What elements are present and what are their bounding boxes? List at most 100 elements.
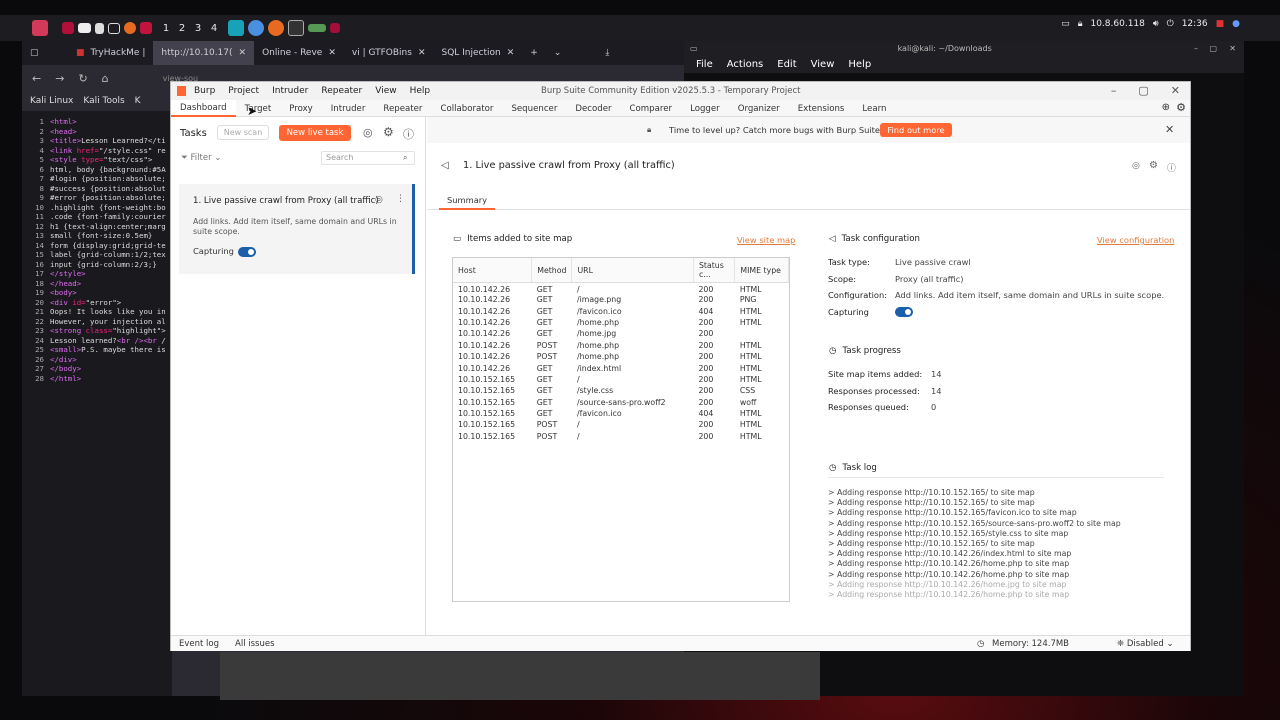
user-icon[interactable]: ● (1232, 19, 1240, 29)
close-icon[interactable]: ✕ (239, 48, 247, 58)
workspace-2[interactable]: 2 (176, 19, 188, 37)
browser-tab-2[interactable]: Online - Reve ✕ (254, 41, 344, 65)
browser-tab-3[interactable]: vi | GTFOBins ✕ (344, 41, 434, 65)
new-scan-button[interactable]: New scan (217, 125, 269, 140)
pause-icon[interactable]: ◎ (375, 195, 383, 205)
column-header[interactable]: URL (571, 258, 694, 283)
view-site-map-link[interactable]: View site map (737, 235, 795, 245)
column-header[interactable]: MIME type (734, 258, 789, 283)
table-row[interactable]: 10.10.152.165 POST / 200 HTML (453, 419, 789, 430)
bookmark-k[interactable]: K (135, 96, 141, 106)
tab-collaborator[interactable]: Collaborator (431, 100, 502, 117)
firefox-taskbar-icon[interactable] (268, 19, 284, 37)
back-icon[interactable]: ◁ (441, 160, 449, 171)
table-row[interactable]: 10.10.152.165 POST / 200 HTML (453, 431, 789, 442)
tab-summary[interactable]: Summary (439, 195, 496, 210)
view-configuration-link[interactable]: View configuration (1097, 235, 1174, 245)
back-icon[interactable]: ← (32, 72, 41, 85)
volume-icon[interactable]: 🔊︎ (1153, 19, 1159, 29)
table-row[interactable]: 10.10.142.26 GET/home.jpg 200 (453, 328, 789, 339)
tab-decoder[interactable]: Decoder (566, 100, 620, 117)
lock-screen-icon[interactable]: ■ (1216, 19, 1225, 29)
column-header[interactable]: Status c... (693, 258, 736, 283)
column-header[interactable]: Host (453, 258, 533, 283)
tab-repeater[interactable]: Repeater (374, 100, 431, 117)
task-card[interactable]: 1. Live passive crawl from Proxy (all tr… (179, 184, 415, 274)
maximize-icon[interactable]: ▢ (1209, 44, 1217, 53)
event-log-tab[interactable]: Event log (179, 639, 219, 649)
tab-list-icon[interactable]: ⌄ (546, 41, 570, 65)
terminal-menu-view[interactable]: View (811, 59, 835, 70)
table-row[interactable]: 10.10.142.26 GET/home.php 200 HTML (453, 317, 789, 328)
firefox-icon[interactable] (124, 19, 136, 37)
tab-target[interactable]: Target (236, 100, 281, 117)
table-row[interactable]: 10.10.142.26 POST/home.php 200 HTML (453, 340, 789, 351)
pause-icon[interactable]: ◎ (363, 126, 373, 139)
editor-icon[interactable] (95, 19, 104, 37)
terminal-icon[interactable] (108, 19, 120, 37)
disabled-dropdown[interactable]: ❈ Disabled ⌄ (1117, 639, 1174, 649)
menu-project[interactable]: Project (228, 86, 259, 96)
close-icon[interactable]: ✕ (418, 48, 426, 58)
all-issues-tab[interactable]: All issues (235, 639, 275, 649)
close-icon[interactable]: ✕ (1229, 44, 1236, 53)
tab-comparer[interactable]: Comparer (621, 100, 682, 117)
minimize-icon[interactable]: – (1194, 44, 1198, 53)
menu-intruder[interactable]: Intruder (272, 86, 308, 96)
kali-menu-icon[interactable] (32, 19, 48, 37)
workspace-4[interactable]: 4 (208, 19, 220, 37)
power-icon[interactable]: ⏻ (1167, 19, 1174, 29)
screen-icon[interactable]: ▭ (1061, 19, 1070, 29)
app-taskbar-icon[interactable] (330, 19, 340, 37)
table-row[interactable]: 10.10.142.26 POST/home.php 200 HTML (453, 351, 789, 362)
workspace-3[interactable]: 3 (192, 19, 204, 37)
close-icon[interactable]: ✕ (1165, 123, 1174, 136)
terminal-menu-file[interactable]: File (696, 59, 713, 70)
menu-view[interactable]: View (375, 86, 396, 96)
home-icon[interactable]: ⌂ (102, 72, 109, 85)
reload-icon[interactable]: ↻ (78, 72, 87, 85)
app-icon-red[interactable] (140, 19, 152, 37)
close-icon[interactable]: ✕ (1171, 84, 1180, 97)
tab-organizer[interactable]: Organizer (729, 100, 789, 117)
settings-icon[interactable]: ⚙ (383, 125, 394, 139)
table-row[interactable]: 10.10.142.26 GET/image.png 200 PNG (453, 294, 789, 305)
table-row[interactable]: 10.10.152.165 GET/source-sans-pro.woff2 20… (453, 397, 789, 408)
terminal-taskbar-icon[interactable] (288, 19, 304, 37)
terminal-menu-edit[interactable]: Edit (777, 59, 796, 70)
filter-button[interactable]: ⏷ Filter ⌄ (181, 153, 221, 163)
table-row[interactable]: 10.10.142.26 GET/index.html 200 HTML (453, 362, 789, 373)
window-taskbar-icon[interactable] (308, 19, 326, 37)
tab-extensions[interactable]: Extensions (789, 100, 854, 117)
maximize-icon[interactable]: ▢ (1138, 84, 1148, 97)
more-icon[interactable]: ⋮ (396, 194, 405, 204)
help-icon[interactable]: ⓘ (403, 126, 414, 142)
browser-tab-1[interactable]: http://10.10.17(✕ (153, 41, 255, 65)
close-icon[interactable]: ✕ (507, 48, 515, 58)
tab-overview-icon[interactable]: ▢ (22, 41, 68, 65)
column-header[interactable]: Method (531, 258, 573, 283)
menu-help[interactable]: Help (410, 86, 431, 96)
burp-taskbar-icon[interactable] (228, 19, 244, 37)
settings-icon[interactable]: ⚙ (1149, 160, 1158, 171)
menu-burp[interactable]: Burp (194, 86, 215, 96)
forward-icon[interactable]: → (55, 72, 64, 85)
chrome-taskbar-icon[interactable] (248, 19, 264, 37)
new-tab-icon[interactable]: + (522, 41, 546, 65)
tab-dashboard[interactable]: Dashboard (171, 100, 236, 117)
table-row[interactable]: 10.10.142.26 GET/favicon.ico 404 HTML (453, 305, 789, 316)
close-icon[interactable]: ✕ (328, 48, 336, 58)
globe-icon[interactable]: ⊕ (1162, 102, 1170, 113)
bookmark-kali-linux[interactable]: Kali Linux (30, 96, 73, 106)
tab-proxy[interactable]: Proxy (280, 100, 322, 117)
capturing-toggle[interactable] (238, 247, 256, 257)
tab-intruder[interactable]: Intruder (322, 100, 375, 117)
capturing-toggle[interactable] (895, 306, 913, 317)
table-row[interactable]: 10.10.152.165 GET / 200 HTML (453, 374, 789, 385)
files-icon[interactable] (78, 19, 91, 37)
task-search-input[interactable]: Search (321, 151, 415, 165)
menu-repeater[interactable]: Repeater (321, 86, 362, 96)
tab-learn[interactable]: Learn (853, 100, 895, 117)
download-icon[interactable]: ⤓ (597, 41, 617, 65)
settings-icon[interactable]: ⚙ (1176, 101, 1186, 114)
